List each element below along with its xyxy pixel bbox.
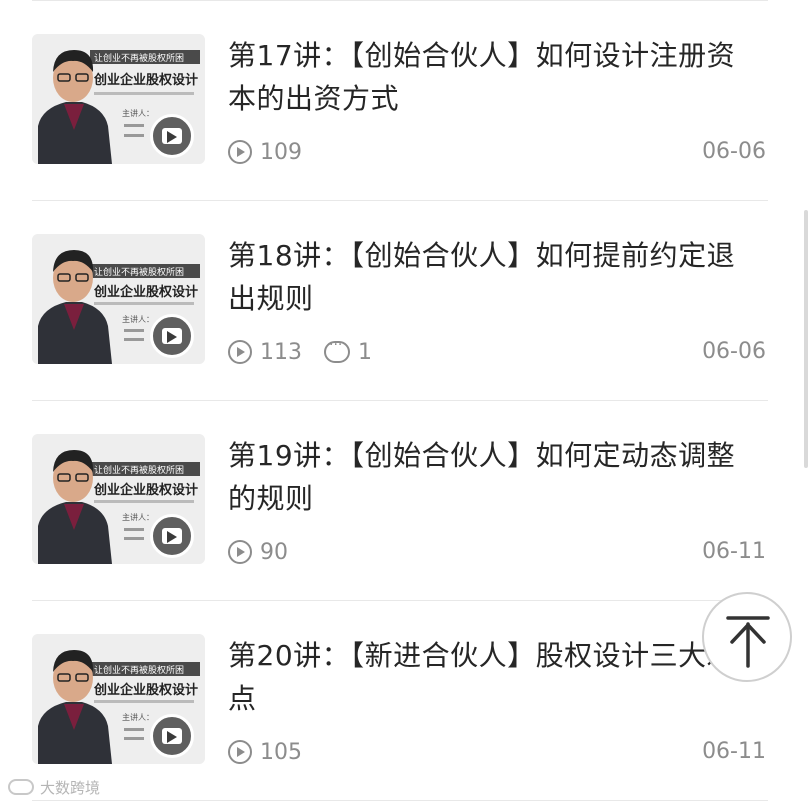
comment-icon [324, 337, 350, 363]
lesson-meta: 113 1 [228, 337, 372, 367]
lesson-thumbnail[interactable]: 让创业不再被股权所困 创业企业股权设计 主讲人： [32, 234, 205, 364]
lesson-meta: 105 [228, 737, 302, 767]
thumbnail-tagline: 让创业不再被股权所困 [94, 52, 184, 64]
lesson-meta: 90 [228, 537, 288, 567]
lesson-date: 06-11 [702, 739, 766, 764]
play-icon[interactable] [150, 714, 194, 758]
thumbnail-headline: 创业企业股权设计 [93, 482, 198, 498]
lesson-item[interactable]: 让创业不再被股权所困 创业企业股权设计 主讲人： 第20讲：【新进合伙人】股权设… [32, 601, 768, 801]
view-count: 109 [260, 139, 302, 165]
lesson-title[interactable]: 第17讲：【创始合伙人】如何设计注册资本的出资方式 [228, 34, 758, 120]
lesson-thumbnail[interactable]: 让创业不再被股权所困 创业企业股权设计 主讲人： [32, 434, 205, 564]
lesson-date: 06-06 [702, 339, 766, 364]
play-count-icon [228, 140, 252, 164]
comment-count: 1 [358, 339, 372, 365]
play-count-icon [228, 540, 252, 564]
view-count: 90 [260, 539, 288, 565]
thumbnail-headline: 创业企业股权设计 [93, 72, 198, 88]
play-count-icon [228, 740, 252, 764]
lesson-item[interactable]: 让创业不再被股权所困 创业企业股权设计 主讲人： 第19讲：【创始合伙人】如何定… [32, 401, 768, 601]
lesson-title[interactable]: 第19讲：【创始合伙人】如何定动态调整的规则 [228, 434, 758, 520]
watermark: 大数跨境 [8, 776, 100, 798]
thumbnail-lecturer-label: 主讲人： [122, 512, 154, 522]
lesson-date: 06-06 [702, 139, 766, 164]
thumbnail-headline: 创业企业股权设计 [93, 284, 198, 300]
watermark-text: 大数跨境 [40, 778, 101, 797]
back-to-top-button[interactable] [702, 592, 792, 682]
lesson-thumbnail[interactable]: 让创业不再被股权所困 创业企业股权设计 主讲人： [32, 34, 205, 164]
watermark-logo-icon [8, 779, 34, 795]
lesson-item[interactable]: 让创业不再被股权所困 创业企业股权设计 主讲人： 第17讲：【创始合伙人】如何设… [32, 1, 768, 201]
lesson-date: 06-11 [702, 539, 766, 564]
scrollbar[interactable] [804, 210, 808, 468]
lesson-title[interactable]: 第20讲：【新进合伙人】股权设计三大难点 [228, 634, 758, 720]
lesson-item[interactable]: 让创业不再被股权所困 创业企业股权设计 主讲人： 第18讲：【创始合伙人】如何提… [32, 201, 768, 401]
view-count: 105 [260, 739, 302, 765]
arrow-up-icon [726, 616, 770, 668]
view-count: 113 [260, 339, 302, 365]
thumbnail-tagline: 让创业不再被股权所困 [94, 464, 184, 476]
lesson-title[interactable]: 第18讲：【创始合伙人】如何提前约定退出规则 [228, 234, 758, 320]
thumbnail-headline: 创业企业股权设计 [93, 682, 198, 698]
play-count-icon [228, 340, 252, 364]
thumbnail-tagline: 让创业不再被股权所困 [94, 664, 184, 676]
lesson-meta: 109 [228, 137, 302, 167]
lesson-list-page: 让创业不再被股权所困 创业企业股权设计 主讲人： 第17讲：【创始合伙人】如何设… [0, 0, 810, 802]
thumbnail-tagline: 让创业不再被股权所困 [94, 266, 184, 278]
thumbnail-lecturer-label: 主讲人： [122, 108, 154, 118]
play-icon[interactable] [150, 514, 194, 558]
lesson-thumbnail[interactable]: 让创业不再被股权所困 创业企业股权设计 主讲人： [32, 634, 205, 764]
thumbnail-lecturer-label: 主讲人： [122, 314, 154, 324]
thumbnail-lecturer-label: 主讲人： [122, 712, 154, 722]
play-icon[interactable] [150, 114, 194, 158]
play-icon[interactable] [150, 314, 194, 358]
